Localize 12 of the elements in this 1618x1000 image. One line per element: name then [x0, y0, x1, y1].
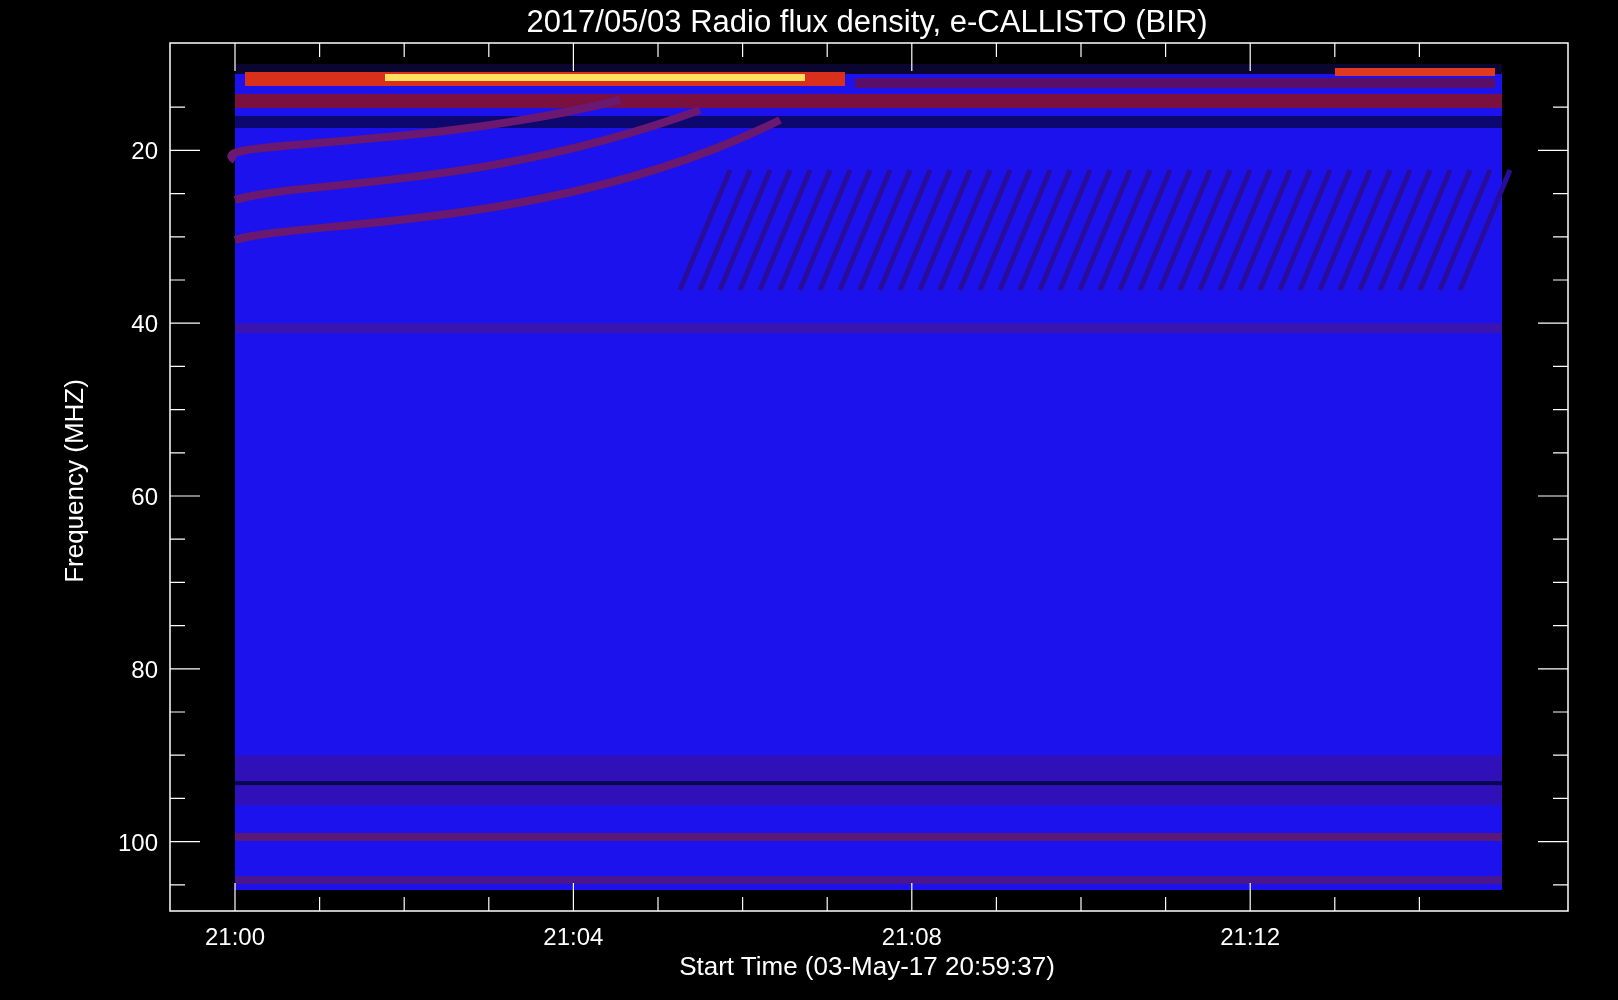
axis-tick-label: 21:00	[204, 923, 266, 950]
axis-title: Frequency (MHZ)	[59, 379, 89, 583]
axis-title: Start Time (03-May-17 20:59:37)	[679, 951, 1055, 981]
plot-title: 2017/05/03 Radio flux density, e-CALLISTO (BIR)	[526, 4, 1208, 39]
axis-tick-label: 100	[117, 828, 158, 856]
axis-tick-label: 21:08	[881, 923, 942, 950]
axis-tick-label: 21:12	[1220, 923, 1281, 950]
axis-tick-label: 21:04	[543, 923, 604, 950]
axis-tick-label: 20	[131, 137, 158, 165]
axis-tick-label: 80	[131, 655, 158, 683]
axis-tick-label: 40	[131, 310, 158, 338]
axis-tick-label: 60	[131, 483, 158, 510]
